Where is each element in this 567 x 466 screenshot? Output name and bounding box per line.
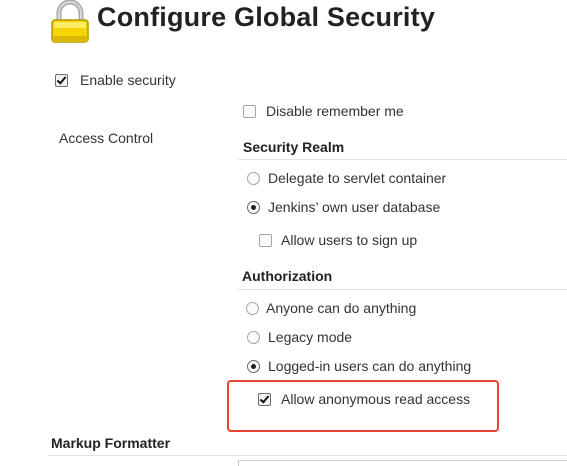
authorization-header: Authorization xyxy=(242,268,333,284)
authorization-divider xyxy=(238,289,567,290)
markup-formatter-header: Markup Formatter xyxy=(51,435,171,451)
auth-option-label: Logged-in users can do anything xyxy=(268,358,472,374)
allow-signup-checkbox[interactable] xyxy=(259,233,272,247)
disable-remember-me-row[interactable]: Disable remember me xyxy=(243,103,404,119)
enable-security-row[interactable]: Enable security xyxy=(55,72,176,88)
allow-anonymous-read-checkbox[interactable] xyxy=(258,392,271,406)
realm-jenkins-db-radio[interactable] xyxy=(247,200,260,214)
configure-global-security-page: Configure Global Security Enable securit… xyxy=(0,0,567,466)
auth-option-logged-in[interactable]: Logged-in users can do anything xyxy=(247,358,471,374)
lock-icon xyxy=(51,0,89,43)
realm-option-label: Jenkins’ own user database xyxy=(268,199,441,215)
auth-option-label: Anyone can do anything xyxy=(266,300,417,316)
auth-option-label: Legacy mode xyxy=(268,329,353,345)
realm-option-label: Delegate to servlet container xyxy=(268,170,447,186)
auth-anyone-radio[interactable] xyxy=(246,301,259,315)
disable-remember-me-checkbox[interactable] xyxy=(243,104,256,118)
realm-option-delegate[interactable]: Delegate to servlet container xyxy=(247,170,446,186)
auth-option-legacy[interactable]: Legacy mode xyxy=(247,329,352,345)
allow-signup-row[interactable]: Allow users to sign up xyxy=(259,232,417,248)
disable-remember-me-label: Disable remember me xyxy=(266,103,404,119)
markup-formatter-divider xyxy=(48,455,567,456)
security-realm-header: Security Realm xyxy=(243,139,345,155)
realm-option-jenkins-db[interactable]: Jenkins’ own user database xyxy=(247,199,440,215)
allow-signup-label: Allow users to sign up xyxy=(281,232,418,248)
auth-legacy-radio[interactable] xyxy=(247,330,260,344)
security-realm-divider xyxy=(238,159,567,160)
realm-delegate-radio[interactable] xyxy=(247,171,260,185)
access-control-label: Access Control xyxy=(59,130,154,146)
allow-anonymous-read-label: Allow anonymous read access xyxy=(281,391,471,407)
page-title: Configure Global Security xyxy=(97,2,436,32)
auth-logged-in-radio[interactable] xyxy=(247,359,260,373)
enable-security-checkbox[interactable] xyxy=(55,73,68,87)
enable-security-label: Enable security xyxy=(80,72,176,88)
allow-anonymous-read-row[interactable]: Allow anonymous read access xyxy=(258,391,470,407)
markup-formatter-select[interactable] xyxy=(238,460,567,466)
auth-option-anyone[interactable]: Anyone can do anything xyxy=(246,300,416,316)
